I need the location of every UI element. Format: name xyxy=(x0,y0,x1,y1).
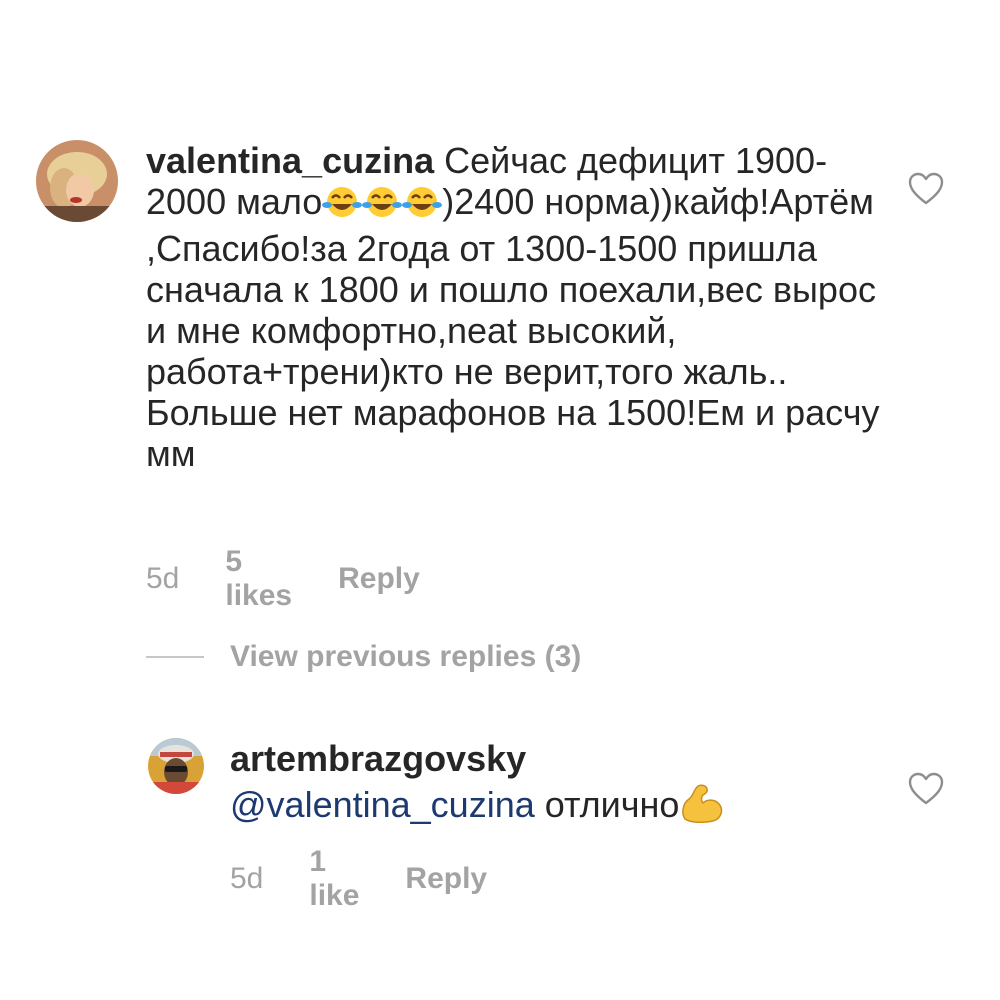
face-with-tears-of-joy-icon xyxy=(362,184,403,228)
divider-line xyxy=(146,656,204,658)
comment-meta: 5d 1 like Reply xyxy=(230,845,487,913)
comment-username[interactable]: artembrazgovsky xyxy=(230,738,526,779)
comment-meta: 5d 5 likes Reply xyxy=(146,545,420,613)
avatar-image xyxy=(36,140,118,222)
comment-text: отлично xyxy=(534,784,680,825)
view-replies-label[interactable]: View previous replies (3) xyxy=(230,640,581,674)
reply-button[interactable]: Reply xyxy=(405,862,487,896)
heart-outline-icon[interactable] xyxy=(908,772,944,811)
comment-body: @valentina_cuzina отлично xyxy=(230,783,890,831)
avatar-image xyxy=(148,738,204,794)
avatar[interactable] xyxy=(148,738,204,794)
comments-screen: valentina_cuzina Сейчас дефицит 1900-200… xyxy=(0,0,1000,1000)
comment-username[interactable]: valentina_cuzina xyxy=(146,140,434,181)
heart-outline-icon[interactable] xyxy=(908,172,944,211)
avatar[interactable] xyxy=(36,140,118,222)
mention-link[interactable]: @valentina_cuzina xyxy=(230,784,535,825)
view-previous-replies[interactable]: View previous replies (3) xyxy=(146,640,581,674)
face-with-tears-of-joy-icon xyxy=(402,184,443,228)
likes-count[interactable]: 5 likes xyxy=(225,545,292,613)
comment-time: 5d xyxy=(146,562,180,595)
comment-text-part2: )2400 норма))кайф!Артём ,Спасибо!за 2год… xyxy=(146,181,880,474)
likes-count[interactable]: 1 like xyxy=(309,845,359,913)
comment-time: 5d xyxy=(230,862,264,895)
face-with-tears-of-joy-icon xyxy=(322,184,363,228)
reply-button[interactable]: Reply xyxy=(338,562,420,596)
flexed-biceps-icon xyxy=(679,783,725,831)
comment-body: valentina_cuzina Сейчас дефицит 1900-200… xyxy=(146,140,906,474)
